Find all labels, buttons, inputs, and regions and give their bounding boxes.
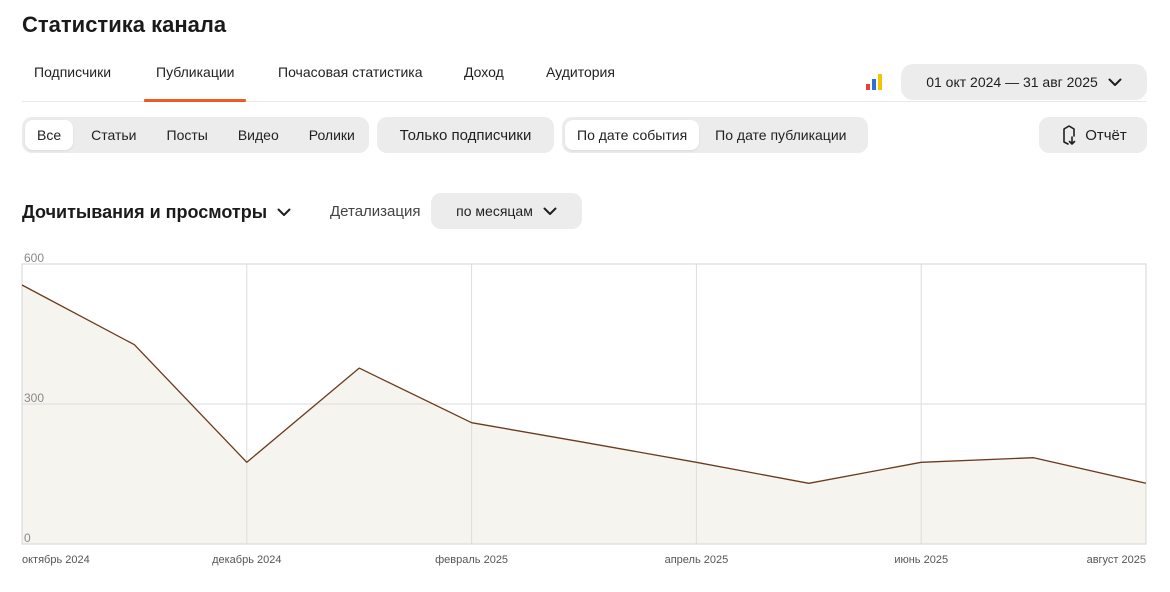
x-tick-label: апрель 2025 — [665, 554, 729, 566]
date-range-picker[interactable]: 01 окт 2024 — 31 авг 2025 — [901, 64, 1147, 100]
detail-value: по месяцам — [456, 203, 533, 219]
page-title: Статистика канала — [22, 12, 227, 37]
detail-label: Детализация — [330, 203, 421, 220]
chevron-down-icon — [543, 207, 557, 215]
views-chart: 0 300 600 октябрь 2024 декабрь 2024 февраль 2… — [21, 251, 1147, 566]
y-tick-label: 300 — [24, 391, 44, 405]
filter-posts[interactable]: Посты — [155, 120, 220, 150]
report-download-icon — [1063, 125, 1076, 145]
tab-publications[interactable]: Публикации — [143, 64, 248, 102]
tab-hourly-stats[interactable]: Почасовая статистика — [278, 64, 423, 80]
metric-selector[interactable]: Дочитывания и просмотры — [22, 202, 291, 223]
mode-by-publish-date[interactable]: По дате публикации — [703, 120, 858, 150]
filter-articles[interactable]: Статьи — [79, 120, 148, 150]
metric-title: Дочитывания и просмотры — [22, 202, 268, 222]
date-mode-switch: По дате события По дате публикации — [562, 117, 868, 153]
x-tick-label: декабрь 2024 — [212, 554, 281, 566]
detail-select[interactable]: по месяцам — [431, 193, 582, 229]
filter-all[interactable]: Все — [25, 120, 74, 150]
report-button[interactable]: Отчёт — [1039, 117, 1147, 153]
filter-video[interactable]: Видео — [226, 120, 291, 150]
mode-by-event-date[interactable]: По дате события — [565, 120, 700, 150]
x-tick-label: июнь 2025 — [894, 554, 948, 566]
y-tick-label: 600 — [24, 251, 44, 265]
tab-income[interactable]: Доход — [464, 64, 504, 80]
bar-chart-icon — [866, 74, 882, 90]
chevron-down-icon — [277, 208, 291, 216]
y-tick-label: 0 — [24, 531, 31, 545]
content-type-filter: Все Статьи Посты Видео Ролики — [22, 117, 369, 153]
filter-shorts[interactable]: Ролики — [297, 120, 367, 150]
x-tick-label: октябрь 2024 — [22, 554, 90, 566]
tab-subscribers[interactable]: Подписчики — [34, 64, 111, 80]
date-range-value: 01 окт 2024 — 31 авг 2025 — [926, 74, 1098, 90]
x-tick-label: август 2025 — [1087, 554, 1146, 566]
x-tick-label: февраль 2025 — [435, 554, 508, 566]
subscribers-only-toggle[interactable]: Только подписчики — [377, 117, 554, 153]
tab-audience[interactable]: Аудитория — [546, 64, 615, 80]
report-label: Отчёт — [1085, 126, 1127, 144]
area-fill — [22, 285, 1146, 544]
chevron-down-icon — [1108, 78, 1122, 86]
